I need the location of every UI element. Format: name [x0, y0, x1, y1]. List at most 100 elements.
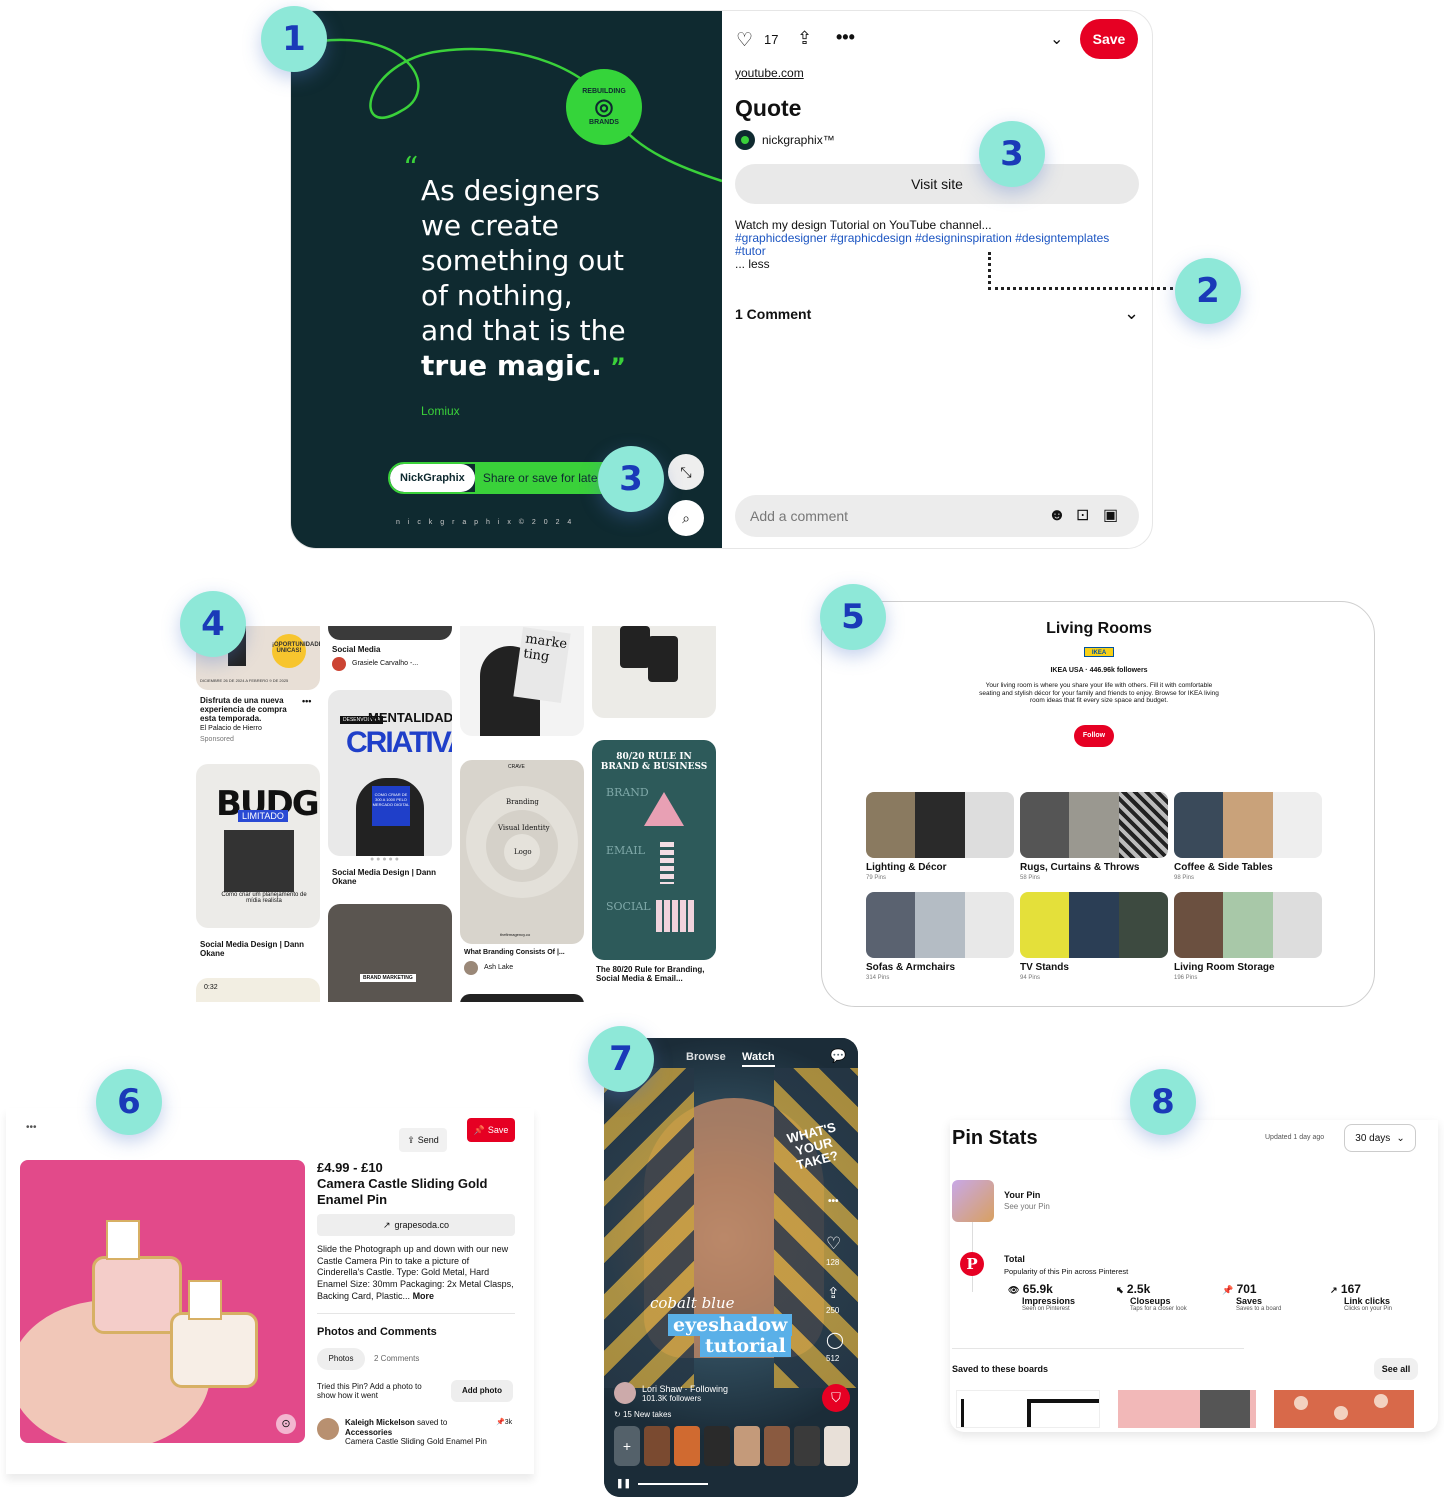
- board-section-sofas[interactable]: Sofas & Armchairs 314 Pins: [866, 892, 1014, 981]
- board-page: Living Rooms IKEA IKEA USA · 446.96k fol…: [821, 601, 1375, 1007]
- product-pin: ••• ⇪ Send 📌 Save ⊙ £4.99 - £10 Camera Cas…: [6, 1108, 534, 1474]
- board-thumb[interactable]: [1118, 1390, 1256, 1428]
- sticker-icon[interactable]: ⊡: [1076, 505, 1089, 525]
- board-thumb[interactable]: [956, 1390, 1100, 1428]
- heart-icon: ♡: [736, 30, 754, 51]
- comment-icon: ◯: [826, 1332, 844, 1349]
- comment-button[interactable]: ◯: [826, 1330, 844, 1350]
- pause-button[interactable]: ❚❚: [616, 1478, 631, 1489]
- avatar[interactable]: [735, 130, 755, 150]
- pin-user[interactable]: Grasiele Carvalho -...: [352, 660, 418, 667]
- feed-pin-video[interactable]: 0:32: [196, 978, 320, 1002]
- cursor-icon: ⬉: [1116, 1285, 1124, 1295]
- save-button[interactable]: 📌 Save: [467, 1118, 515, 1142]
- range-select[interactable]: 30 days ⌄: [1344, 1124, 1416, 1152]
- comments-toggle[interactable]: ⌄: [1124, 303, 1139, 324]
- tab-comments[interactable]: 2 Comments: [374, 1354, 419, 1363]
- see-all-button[interactable]: See all: [1374, 1358, 1418, 1380]
- more-icon[interactable]: •••: [828, 1196, 839, 1207]
- share-button[interactable]: ⇪: [827, 1284, 840, 1302]
- board-section-coffee[interactable]: Coffee & Side Tables 98 Pins: [1174, 792, 1322, 881]
- avatar[interactable]: [317, 1418, 339, 1440]
- avatar[interactable]: [332, 657, 346, 671]
- like-button[interactable]: ♡: [736, 29, 753, 52]
- expand-button[interactable]: ⤡: [668, 454, 704, 490]
- add-photo-button[interactable]: Add photo: [451, 1380, 513, 1402]
- pin-user[interactable]: Ash Lake: [484, 964, 513, 971]
- comment-field[interactable]: Add a comment ☻ ⊡ ▣: [735, 495, 1139, 537]
- take-thumb[interactable]: [794, 1426, 820, 1466]
- take-thumb[interactable]: [644, 1426, 670, 1466]
- tab-watch[interactable]: Watch: [742, 1051, 775, 1067]
- take-thumb[interactable]: [704, 1426, 730, 1466]
- visual-search-button[interactable]: ⌕: [668, 500, 704, 536]
- seal-logo-icon: ◎: [594, 94, 614, 119]
- heart-icon: ♡: [826, 1234, 842, 1253]
- see-pin-link[interactable]: See your Pin: [1004, 1202, 1050, 1211]
- take-thumb[interactable]: [824, 1426, 850, 1466]
- caption-line-2: eyeshadow: [668, 1314, 793, 1336]
- like-button[interactable]: ♡: [826, 1234, 841, 1254]
- feed-pin-8020[interactable]: 80/20 RULE IN BRAND & BUSINESS BRAND EMA…: [592, 740, 716, 960]
- pin-icon: 📌: [496, 1419, 505, 1426]
- eye-icon: 👁: [1008, 1285, 1020, 1295]
- board-section-rugs[interactable]: Rugs, Curtains & Throws 58 Pins: [1020, 792, 1168, 881]
- arrow-up-right-icon: ↗: [1330, 1285, 1338, 1295]
- visit-site-button[interactable]: Visit site: [735, 164, 1139, 204]
- feed-pin-tumblers[interactable]: [592, 626, 716, 718]
- board-thumb[interactable]: [1274, 1390, 1414, 1428]
- ikea-logo: IKEA: [1084, 647, 1114, 657]
- feed-pin-brand-marketing[interactable]: BRAND MARKETING: [328, 904, 452, 1002]
- board-dropdown[interactable]: ⌄: [1050, 29, 1063, 49]
- product-link-button[interactable]: ↗ grapesoda.co: [317, 1214, 515, 1236]
- creator-followers: 101.3K followers: [642, 1394, 702, 1403]
- follow-button[interactable]: Follow: [1074, 725, 1114, 747]
- feed-pin-budget[interactable]: BUDGET LIMITADO Como criar um planejamen…: [196, 764, 320, 928]
- take-thumb[interactable]: [734, 1426, 760, 1466]
- save-button[interactable]: ⛉: [822, 1384, 850, 1412]
- comments-header[interactable]: 1 Comment: [735, 306, 811, 322]
- visual-search-icon[interactable]: ⊙: [276, 1414, 296, 1434]
- more-icon[interactable]: •••: [26, 1122, 37, 1133]
- board-owner: IKEA USA · 446.96k followers: [1050, 667, 1148, 674]
- feed-pin-dark[interactable]: [460, 994, 584, 1002]
- feed-pin-branding-diagram[interactable]: CRAVE Branding Visual Identity Logo thef…: [460, 760, 584, 944]
- emoji-icon[interactable]: ☻: [1048, 505, 1066, 525]
- take-thumb[interactable]: [674, 1426, 700, 1466]
- messages-icon[interactable]: 💬: [830, 1048, 846, 1064]
- expand-icon: ⤡: [680, 463, 692, 480]
- badge-4: 4: [180, 591, 246, 657]
- feed-pin-criativa[interactable]: DESENVOLVA A MENTALIDADE CRIATIVA COMO C…: [328, 690, 452, 856]
- take-thumb[interactable]: [764, 1426, 790, 1466]
- board-section-lighting[interactable]: Lighting & Décor 79 Pins: [866, 792, 1014, 881]
- board-section-tv[interactable]: TV Stands 94 Pins: [1020, 892, 1168, 981]
- product-image[interactable]: ⊙: [20, 1160, 305, 1443]
- source-link[interactable]: youtube.com: [735, 66, 804, 80]
- more-icon[interactable]: •••: [302, 696, 311, 706]
- carousel-dots: ● ● ● ● ●: [370, 856, 399, 863]
- author-name[interactable]: nickgraphix™: [762, 133, 835, 147]
- share-button[interactable]: ⇪: [797, 28, 812, 49]
- quote-mark-open: “: [403, 151, 419, 186]
- feed-pin-social[interactable]: [328, 626, 452, 640]
- pin-thumbnail[interactable]: [952, 1180, 994, 1222]
- ad-title: Disfruta de una nueva experiencia de com…: [200, 696, 287, 723]
- pin-icon: 📌: [473, 1124, 485, 1135]
- progress-bar[interactable]: [638, 1483, 708, 1485]
- save-button[interactable]: Save: [1080, 19, 1138, 59]
- pin-title: What Branding Consists Of |...: [464, 949, 565, 956]
- metric-saves: 📌 701 Saves Saves to a board: [1222, 1282, 1282, 1312]
- creator-name[interactable]: Lori Shaw · Following: [642, 1384, 728, 1394]
- avatar[interactable]: [614, 1382, 636, 1404]
- add-take-button[interactable]: +: [614, 1426, 640, 1466]
- takes-label[interactable]: ↻ 15 New takes: [614, 1410, 671, 1419]
- image-icon[interactable]: ▣: [1103, 505, 1118, 525]
- send-button[interactable]: ⇪ Send: [399, 1128, 447, 1152]
- more-button[interactable]: •••: [836, 27, 855, 48]
- feed-pin-marketing[interactable]: marke ting: [460, 626, 584, 736]
- tab-photos[interactable]: Photos: [317, 1348, 365, 1370]
- avatar[interactable]: [464, 961, 478, 975]
- chevron-down-icon: ⌄: [1396, 1132, 1405, 1144]
- board-section-storage[interactable]: Living Room Storage 196 Pins: [1174, 892, 1322, 981]
- tab-browse[interactable]: Browse: [686, 1051, 726, 1063]
